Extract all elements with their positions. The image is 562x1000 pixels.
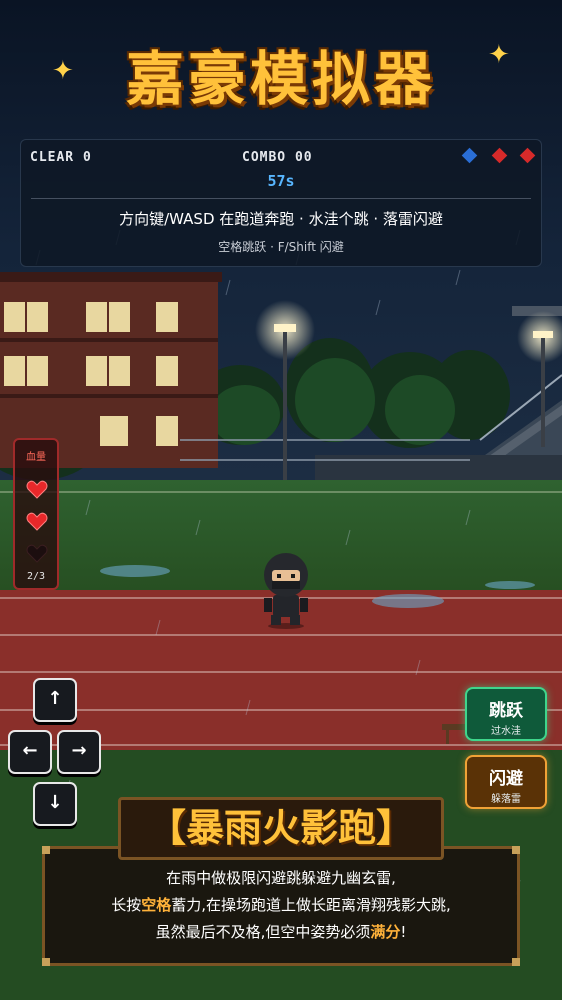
- gem-indicator: [491, 147, 508, 164]
- description-line-1: 在雨中做极限闪避跳躲避九幽玄雷,: [166, 869, 396, 887]
- dodge-button-label: 闪避: [489, 769, 523, 789]
- jump-button[interactable]: 跳跃 过水洼: [465, 687, 547, 741]
- frame-corner: [512, 958, 520, 966]
- controls-hint-primary: 方向键/WASD 在跑道奔跑 · 水洼个跳 · 落雷闪避: [119, 210, 443, 228]
- countdown-timer: 57s: [267, 172, 295, 190]
- hud-panel: CLEAR 0 COMBO 00 57s 方向键/WASD 在跑道奔跑 · 水洼…: [20, 139, 542, 267]
- frame-corner: [512, 846, 520, 854]
- heart-icon: [26, 512, 48, 531]
- gem-indicator: [519, 147, 536, 164]
- stage-banner: 【暴雨火影跑】: [118, 797, 444, 860]
- clear-counter: CLEAR 0: [30, 150, 92, 165]
- highlight-full-score: 满分: [370, 923, 401, 941]
- frame-corner: [42, 958, 50, 966]
- dodge-button-sublabel: 躲落雷: [491, 794, 521, 805]
- dpad-up-button[interactable]: ↑: [33, 678, 77, 722]
- description-line-3: 虽然最后不及格,但空中姿势必须满分!: [155, 923, 407, 941]
- description-line-2: 长按空格蓄力,在操场跑道上做长距离滑翔残影大跳,: [111, 896, 451, 914]
- heart-icon: [26, 480, 48, 499]
- hud-divider: [31, 198, 531, 199]
- dpad-right-button[interactable]: →: [57, 730, 101, 774]
- health-count: 2/3: [26, 571, 46, 582]
- jump-button-label: 跳跃: [489, 701, 523, 721]
- health-panel: 血量 2/3: [13, 438, 59, 590]
- controls-hint-secondary: 空格跳跃 · F/Shift 闪避: [218, 240, 344, 254]
- dodge-button[interactable]: 闪避 躲落雷: [465, 755, 547, 809]
- jump-button-sublabel: 过水洼: [491, 726, 521, 737]
- highlight-space-key: 空格: [141, 896, 172, 914]
- heart-icon: [26, 544, 48, 563]
- combo-counter: COMBO 00: [242, 150, 313, 165]
- gem-indicator: [461, 147, 478, 164]
- stage-description: 在雨中做极限闪避跳躲避九幽玄雷, 长按空格蓄力,在操场跑道上做长距离滑翔残影大跳…: [42, 846, 520, 966]
- game-title: 嘉豪模拟器: [125, 45, 436, 113]
- dpad-left-button[interactable]: ←: [8, 730, 52, 774]
- frame-corner: [42, 846, 50, 854]
- dpad-down-button[interactable]: ↓: [33, 782, 77, 826]
- health-label: 血量: [26, 452, 46, 463]
